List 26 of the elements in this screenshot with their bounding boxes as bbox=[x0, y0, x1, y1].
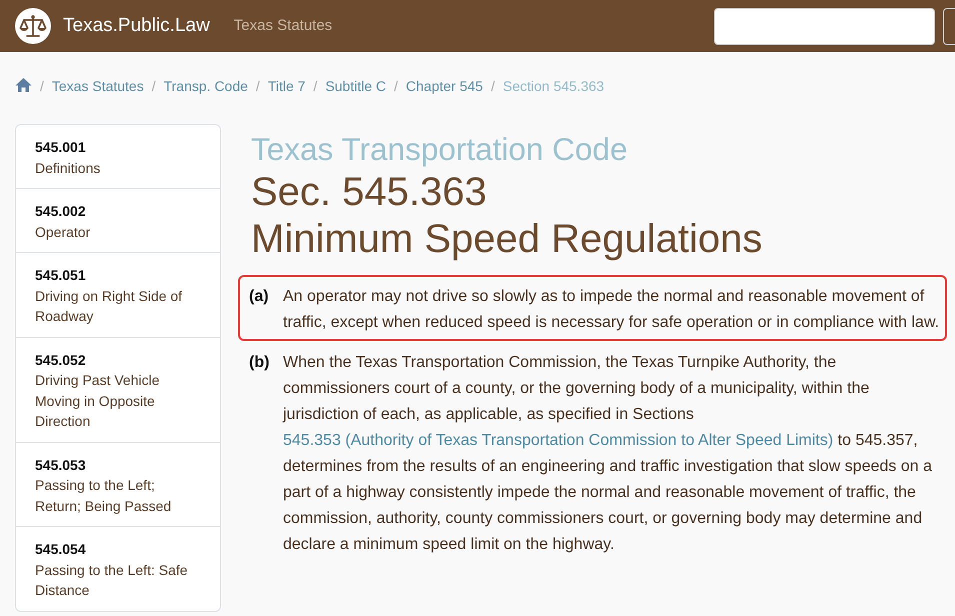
section-list-item[interactable]: 545.051 Driving on Right Side of Roadway bbox=[15, 253, 221, 338]
section-title: Sec. 545.363 Minimum Speed Regulations bbox=[251, 168, 764, 263]
section-list-item[interactable]: 545.001 Definitions bbox=[15, 124, 221, 189]
breadcrumb-separator: / bbox=[152, 77, 156, 96]
subsection-text: When the Texas Transportation Commission, the Texas Turnpike Authority, the commissioners court of a county, or the governing body of a municipality, within the jurisdiction of each, as applicable, as specified in Sections 545.353 (Authority of Texas Transportation Commission to Alter Speed Limits) to 545.357, determines from the results of an engineering and traffic investigation that slow speeds on a part of a highway consistently impede the normal and reasonable movement of traffic, the commission, authority, county commissioners court, or governing body may determine and declare a minimum speed limit on the highway. bbox=[283, 352, 933, 555]
subsection-label: (b) bbox=[249, 352, 270, 373]
section-list-item[interactable]: 545.002 Operator bbox=[15, 189, 221, 253]
breadcrumb-separator: / bbox=[256, 77, 260, 96]
code-title: Texas Transportation Code bbox=[251, 132, 628, 167]
search-button[interactable] bbox=[943, 8, 955, 44]
section-list-item[interactable]: 545.053 Passing to the Left; Return; Being Passed bbox=[15, 442, 221, 527]
section-list-item[interactable]: 545.054 Passing to the Left: Safe Distance bbox=[15, 527, 221, 612]
breadcrumb-separator: / bbox=[40, 77, 44, 96]
section-link[interactable]: 545.353 (Authority of Texas Transportation Commission to Alter Speed Limits) bbox=[283, 432, 834, 449]
subsection-text: An operator may not drive so slowly as to impede the normal and reasonable movement of traffic, except when reduced speed is necessary for safe operation or in compliance with law. bbox=[283, 286, 940, 333]
breadcrumb-separator: / bbox=[394, 77, 398, 96]
scales-logo-icon[interactable] bbox=[15, 8, 51, 44]
breadcrumb-separator: / bbox=[490, 77, 495, 96]
section-list-item[interactable]: 545.052 Driving Past Vehicle Moving in Opposite Direction bbox=[15, 338, 221, 442]
nav-link[interactable]: Texas Statutes bbox=[234, 14, 332, 38]
search-field[interactable] bbox=[714, 8, 935, 44]
site-name-link[interactable]: Texas.Public.Law bbox=[63, 12, 210, 40]
current-breadcrumb: Section 545.363 bbox=[502, 77, 604, 96]
subsection-label: (a) bbox=[249, 286, 270, 307]
breadcrumb-separator: / bbox=[313, 77, 318, 96]
home-icon[interactable] bbox=[15, 77, 32, 93]
